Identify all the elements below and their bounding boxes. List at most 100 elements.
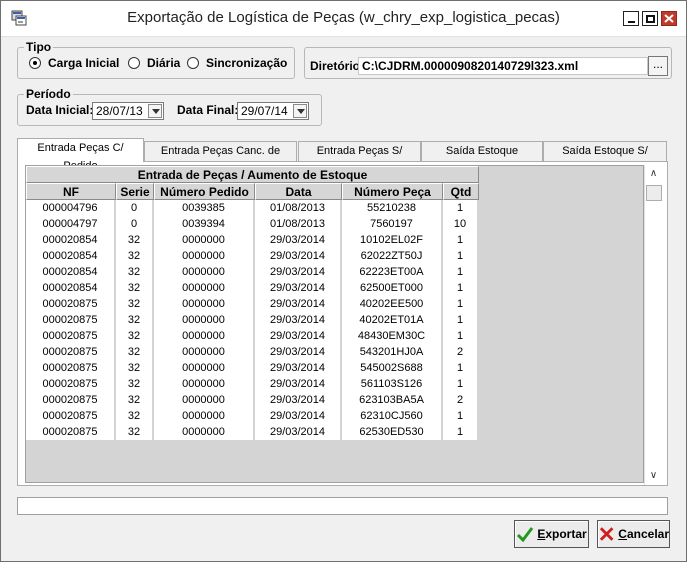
table-cell[interactable]: 10 <box>443 216 479 232</box>
browse-button[interactable]: ... <box>648 56 668 76</box>
table-cell[interactable]: 543201HJ0A <box>342 344 443 360</box>
table-cell[interactable]: 55210238 <box>342 200 443 216</box>
table-cell[interactable]: 000020854 <box>26 280 116 296</box>
table-cell[interactable]: 29/03/2014 <box>255 232 342 248</box>
table-row[interactable]: 000020875 32 0000000 29/03/2014 62530ED530 1 <box>26 424 479 440</box>
table-cell[interactable]: 0039385 <box>154 200 255 216</box>
tab-saida-estoque-c-pedido[interactable]: Saída Estoque C/Pedido <box>421 141 543 175</box>
table-cell[interactable]: 10102EL02F <box>342 232 443 248</box>
table-cell[interactable]: 1 <box>443 200 479 216</box>
table-cell[interactable]: 32 <box>116 360 154 376</box>
table-cell[interactable]: 32 <box>116 392 154 408</box>
table-cell[interactable]: 62223ET00A <box>342 264 443 280</box>
table-cell[interactable]: 000020875 <box>26 424 116 440</box>
table-cell[interactable]: 29/03/2014 <box>255 408 342 424</box>
table-row[interactable]: 000020875 32 0000000 29/03/2014 40202EE500 1 <box>26 296 479 312</box>
table-cell[interactable]: 29/03/2014 <box>255 328 342 344</box>
table-cell[interactable]: 62310CJ560 <box>342 408 443 424</box>
table-cell[interactable]: 2 <box>443 344 479 360</box>
table-cell[interactable]: 62022ZT50J <box>342 248 443 264</box>
column-header-numero-pedido[interactable]: Número Pedido <box>154 183 255 200</box>
table-cell[interactable]: 1 <box>443 264 479 280</box>
table-cell[interactable]: 29/03/2014 <box>255 392 342 408</box>
table-cell[interactable]: 29/03/2014 <box>255 312 342 328</box>
column-header-numero-peca[interactable]: Número Peça <box>342 183 443 200</box>
scroll-down-icon[interactable]: ∨ <box>645 467 662 485</box>
table-row[interactable]: 000020875 32 0000000 29/03/2014 561103S126 1 <box>26 376 479 392</box>
data-inicial-field[interactable]: 28/07/13 <box>92 102 164 120</box>
column-header-nf[interactable]: NF <box>26 183 116 200</box>
table-cell[interactable]: 48430EM30C <box>342 328 443 344</box>
table-row[interactable]: 000004796 0 0039385 01/08/2013 55210238 1 <box>26 200 479 216</box>
column-header-data[interactable]: Data <box>255 183 342 200</box>
table-cell[interactable]: 000020875 <box>26 312 116 328</box>
table-cell[interactable]: 1 <box>443 424 479 440</box>
table-cell[interactable]: 0000000 <box>154 248 255 264</box>
column-header-qtd[interactable]: Qtd <box>443 183 479 200</box>
table-cell[interactable]: 0000000 <box>154 232 255 248</box>
table-cell[interactable]: 561103S126 <box>342 376 443 392</box>
data-final-field[interactable]: 29/07/14 <box>237 102 309 120</box>
table-cell[interactable]: 1 <box>443 280 479 296</box>
table-cell[interactable]: 1 <box>443 312 479 328</box>
table-cell[interactable]: 0000000 <box>154 296 255 312</box>
table-cell[interactable]: 01/08/2013 <box>255 216 342 232</box>
radio-diaria[interactable]: Diária <box>128 56 180 70</box>
table-cell[interactable]: 29/03/2014 <box>255 248 342 264</box>
table-cell[interactable]: 1 <box>443 328 479 344</box>
table-cell[interactable]: 000004797 <box>26 216 116 232</box>
exportar-button[interactable]: Exportar <box>514 520 589 548</box>
table-cell[interactable]: 545002S688 <box>342 360 443 376</box>
radio-carga-inicial[interactable]: Carga Inicial <box>29 56 119 70</box>
table-cell[interactable]: 000020875 <box>26 328 116 344</box>
table-cell[interactable]: 32 <box>116 312 154 328</box>
table-cell[interactable]: 32 <box>116 328 154 344</box>
table-row[interactable]: 000020875 32 0000000 29/03/2014 48430EM30C 1 <box>26 328 479 344</box>
table-cell[interactable]: 0 <box>116 216 154 232</box>
table-cell[interactable]: 32 <box>116 424 154 440</box>
table-row[interactable]: 000020875 32 0000000 29/03/2014 543201HJ0A 2 <box>26 344 479 360</box>
scroll-thumb[interactable] <box>646 185 662 201</box>
diretorio-field[interactable]: C:\CJDRM.0000090820140729l323.xml <box>358 57 648 75</box>
maximize-button[interactable] <box>642 11 658 26</box>
table-cell[interactable]: 29/03/2014 <box>255 280 342 296</box>
table-row[interactable]: 000020854 32 0000000 29/03/2014 62500ET000 1 <box>26 280 479 296</box>
table-cell[interactable]: 0000000 <box>154 328 255 344</box>
table-cell[interactable]: 000020875 <box>26 392 116 408</box>
table-cell[interactable]: 000020854 <box>26 264 116 280</box>
table-cell[interactable]: 29/03/2014 <box>255 360 342 376</box>
table-cell[interactable]: 1 <box>443 376 479 392</box>
table-cell[interactable]: 1 <box>443 360 479 376</box>
table-cell[interactable]: 000020875 <box>26 344 116 360</box>
radio-sincronizacao[interactable]: Sincronização <box>187 56 287 70</box>
table-cell[interactable]: 29/03/2014 <box>255 264 342 280</box>
table-cell[interactable]: 29/03/2014 <box>255 296 342 312</box>
table-row[interactable]: 000020875 32 0000000 29/03/2014 62310CJ560 1 <box>26 408 479 424</box>
table-cell[interactable]: 40202ET01A <box>342 312 443 328</box>
tab-saida-estoque-s-pedido[interactable]: Saída Estoque S/ Pedido <box>543 141 667 175</box>
tab-entrada-pecas-canc-vendas[interactable]: Entrada Peças Canc. de Vendas <box>144 141 297 175</box>
table-cell[interactable]: 0000000 <box>154 312 255 328</box>
close-button[interactable] <box>661 11 677 26</box>
table-cell[interactable]: 29/03/2014 <box>255 424 342 440</box>
table-row[interactable]: 000020854 32 0000000 29/03/2014 62022ZT50J 1 <box>26 248 479 264</box>
table-cell[interactable]: 32 <box>116 344 154 360</box>
table-cell[interactable]: 32 <box>116 376 154 392</box>
tab-entrada-pecas-c-pedido[interactable]: Entrada Peças C/ Pedido <box>17 138 144 172</box>
table-cell[interactable]: 0000000 <box>154 280 255 296</box>
table-cell[interactable]: 32 <box>116 264 154 280</box>
table-cell[interactable]: 29/03/2014 <box>255 344 342 360</box>
table-row[interactable]: 000020875 32 0000000 29/03/2014 545002S688 1 <box>26 360 479 376</box>
table-cell[interactable]: 29/03/2014 <box>255 376 342 392</box>
table-cell[interactable]: 000020875 <box>26 296 116 312</box>
table-cell[interactable]: 000004796 <box>26 200 116 216</box>
table-cell[interactable]: 000020875 <box>26 360 116 376</box>
table-cell[interactable]: 0000000 <box>154 408 255 424</box>
table-row[interactable]: 000004797 0 0039394 01/08/2013 7560197 10 <box>26 216 479 232</box>
table-cell[interactable]: 000020854 <box>26 232 116 248</box>
table-cell[interactable]: 0000000 <box>154 360 255 376</box>
cancelar-button[interactable]: Cancelar <box>597 520 670 548</box>
table-cell[interactable]: 000020875 <box>26 408 116 424</box>
table-cell[interactable]: 62500ET000 <box>342 280 443 296</box>
table-cell[interactable]: 2 <box>443 392 479 408</box>
